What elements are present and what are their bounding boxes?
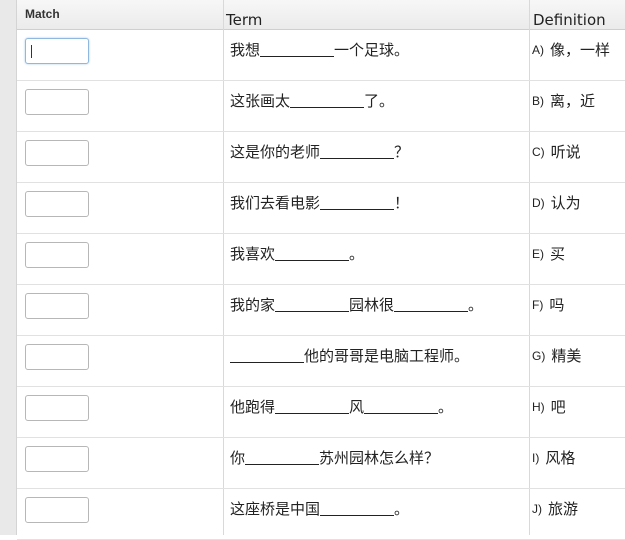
table-row: 这是你的老师 ？ C) 听说 [17,132,625,183]
match-input[interactable] [25,242,89,268]
term-segment: 这是你的老师 [230,143,321,161]
table-row: 你 苏州园林怎么样？ I) 风格 [17,438,625,489]
term-segment: 他跑得 [230,398,276,416]
match-column-header: Match [25,7,60,21]
definition-letter: E) [532,247,544,261]
table-row: 我想 一个足球。 A) 像，一样 [17,30,625,81]
definition-letter: A) [532,43,544,57]
term-segment: 。 [349,245,365,263]
definition-letter: D) [532,196,545,210]
definition-letter: C) [532,145,545,159]
term-text: 你 苏州园林怎么样？ [230,448,439,468]
table-row: 他的哥哥是电脑工程师。 G) 精美 [17,336,625,387]
term-segment: 风 [349,398,365,416]
definition-letter: G) [532,349,546,363]
fill-in-blank [275,297,350,312]
table-row: 这张画太 了。 B) 离，近 [17,81,625,132]
definition-text: I) 风格 [532,448,575,468]
definition-value: 旅游 [548,500,579,518]
term-text: 我们去看电影 ！ [230,193,409,213]
table-row: 这座桥是中国 。 J) 旅游 [17,489,625,540]
term-segment: 我喜欢 [230,245,276,263]
term-text: 我的家 园林很 。 [230,295,483,315]
term-segment: 这座桥是中国 [230,500,321,518]
match-input[interactable] [25,446,89,472]
fill-in-blank [394,297,469,312]
match-input[interactable] [25,140,89,166]
term-segment: 我的家 [230,296,276,314]
table-header: Match Term Definition [17,0,625,30]
fill-in-blank [260,42,335,57]
term-segment: 你 [230,449,246,467]
definition-letter: J) [532,502,542,516]
term-segment: 他的哥哥是电脑工程师。 [304,347,470,365]
definition-text: G) 精美 [532,346,581,366]
definition-value: 认为 [550,194,581,212]
definition-value: 听说 [550,143,581,161]
term-text: 这座桥是中国 。 [230,499,409,519]
match-input[interactable] [25,395,89,421]
table-row: 他跑得 风 。 H) 吧 [17,387,625,438]
fill-in-blank [230,348,304,363]
definition-letter: B) [532,94,544,108]
definition-text: B) 离，近 [532,91,595,111]
fill-in-blank [275,399,350,414]
table-body: 我想 一个足球。 A) 像，一样这张画太 了。 B) 离，近这是你的老师 ？ C) 听说我们去看电… [17,30,625,540]
definition-text: F) 吗 [532,295,564,315]
definition-value: 精美 [551,347,582,365]
fill-in-blank [320,195,395,210]
definition-letter: I) [532,451,540,465]
term-segment: 这张画太 [230,92,291,110]
term-text: 这张画太 了。 [230,91,394,111]
term-segment: 。 [394,500,410,518]
definition-value: 离，近 [550,92,596,110]
fill-in-blank [275,246,350,261]
term-segment: 一个足球。 [334,41,410,59]
term-segment: 我想 [230,41,261,59]
fill-in-blank [320,501,395,516]
definition-text: E) 买 [532,244,565,264]
definition-text: J) 旅游 [532,499,578,519]
match-input[interactable] [25,344,89,370]
table-row: 我喜欢 。 E) 买 [17,234,625,285]
definition-value: 吗 [549,296,565,314]
definition-letter: F) [532,298,544,312]
definition-letter: H) [532,400,545,414]
term-segment: 了。 [364,92,395,110]
term-text: 他的哥哥是电脑工程师。 [230,346,469,366]
match-input[interactable] [25,89,89,115]
fill-in-blank [245,450,320,465]
term-segment: 。 [468,296,484,314]
matching-table: Match Term Definition 我想 一个足球。 A) 像，一样这张画太 了… [17,0,625,540]
match-input[interactable] [25,191,89,217]
fill-in-blank [320,144,395,159]
match-input[interactable] [25,38,89,64]
term-segment: 我们去看电影 [230,194,321,212]
definition-text: C) 听说 [532,142,581,162]
match-input[interactable] [25,293,89,319]
definition-value: 像，一样 [550,41,611,59]
definition-text: D) 认为 [532,193,581,213]
definition-value: 买 [550,245,566,263]
term-text: 我想 一个足球。 [230,40,409,60]
term-segment: ？ [394,143,410,161]
term-text: 我喜欢 。 [230,244,364,264]
definition-text: H) 吧 [532,397,566,417]
definition-value: 吧 [550,398,566,416]
fill-in-blank [290,93,365,108]
table-row: 我的家 园林很 。 F) 吗 [17,285,625,336]
definition-text: A) 像，一样 [532,40,610,60]
term-segment: ！ [394,194,410,212]
term-segment: 园林很 [349,296,395,314]
term-segment: 苏州园林怎么样？ [319,449,440,467]
term-text: 这是你的老师 ？ [230,142,409,162]
definition-value: 风格 [545,449,576,467]
term-text: 他跑得 风 。 [230,397,453,417]
fill-in-blank [364,399,439,414]
table-row: 我们去看电影 ！ D) 认为 [17,183,625,234]
term-segment: 。 [438,398,454,416]
left-gutter [0,0,17,535]
match-input[interactable] [25,497,89,523]
